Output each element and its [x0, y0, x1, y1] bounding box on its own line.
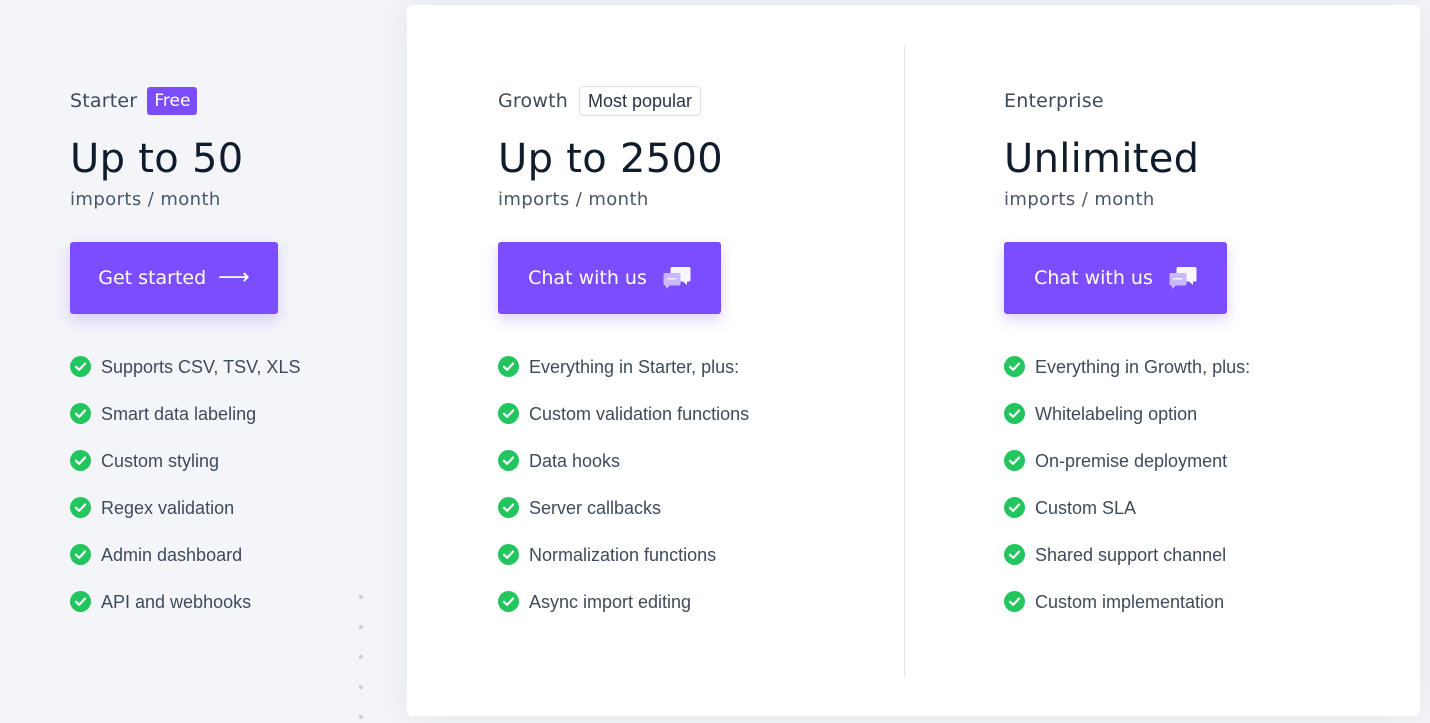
check-circle-icon [1004, 450, 1025, 471]
check-circle-icon [498, 544, 519, 565]
feature-text: Custom SLA [1035, 498, 1137, 518]
feature-text: Everything in Growth, plus: [1035, 357, 1251, 377]
column-divider [904, 45, 905, 677]
feature-text: Admin dashboard [101, 545, 243, 565]
plan-header: Enterprise [1004, 86, 1104, 116]
plan-unit: imports / month [498, 189, 649, 210]
button-label: Get started [98, 267, 207, 289]
decorative-dot-grid [346, 582, 386, 722]
check-circle-icon [70, 544, 91, 565]
feature-item: Smart data labeling [70, 402, 300, 449]
chat-bubbles-icon [1169, 266, 1197, 290]
feature-text: Custom validation functions [529, 404, 750, 424]
feature-item: Supports CSV, TSV, XLS [70, 355, 300, 402]
plan-name: Enterprise [1004, 90, 1104, 112]
chat-with-us-button[interactable]: Chat with us [498, 242, 721, 314]
most-popular-badge: Most popular [578, 86, 702, 116]
feature-text: Data hooks [529, 451, 621, 471]
plan-amount: Unlimited [1004, 136, 1200, 182]
feature-list: Supports CSV, TSV, XLS Smart data labeli… [70, 355, 300, 637]
feature-text: Supports CSV, TSV, XLS [101, 357, 301, 377]
feature-item: Data hooks [498, 449, 749, 496]
feature-item: Everything in Growth, plus: [1004, 355, 1250, 402]
feature-item: Everything in Starter, plus: [498, 355, 749, 402]
feature-item: Admin dashboard [70, 543, 300, 590]
button-label: Chat with us [1034, 267, 1153, 289]
feature-item: Whitelabeling option [1004, 402, 1250, 449]
feature-item: Async import editing [498, 590, 749, 637]
check-circle-icon [1004, 403, 1025, 424]
feature-text: Regex validation [101, 498, 235, 518]
feature-item: API and webhooks [70, 590, 300, 637]
check-circle-icon [1004, 497, 1025, 518]
feature-text: Everything in Starter, plus: [529, 357, 740, 377]
check-circle-icon [498, 497, 519, 518]
check-circle-icon [498, 403, 519, 424]
check-circle-icon [70, 403, 91, 424]
chat-with-us-button[interactable]: Chat with us [1004, 242, 1227, 314]
feature-item: Shared support channel [1004, 543, 1250, 590]
button-label: Chat with us [528, 267, 647, 289]
plan-unit: imports / month [70, 189, 221, 210]
check-circle-icon [498, 356, 519, 377]
feature-text: Whitelabeling option [1035, 404, 1198, 424]
feature-list: Everything in Growth, plus: Whitelabelin… [1004, 355, 1250, 637]
check-circle-icon [1004, 591, 1025, 612]
check-circle-icon [70, 356, 91, 377]
plan-header: Starter Free [70, 86, 198, 116]
check-circle-icon [1004, 544, 1025, 565]
arrow-right-icon: ⟶ [218, 265, 250, 290]
feature-text: Smart data labeling [101, 404, 257, 424]
plan-header: Growth Most popular [498, 86, 702, 116]
feature-item: Custom styling [70, 449, 300, 496]
check-circle-icon [70, 591, 91, 612]
check-circle-icon [1004, 356, 1025, 377]
get-started-button[interactable]: Get started ⟶ [70, 242, 278, 314]
feature-list: Everything in Starter, plus: Custom vali… [498, 355, 749, 637]
feature-item: On-premise deployment [1004, 449, 1250, 496]
check-circle-icon [498, 450, 519, 471]
feature-item: Custom validation functions [498, 402, 749, 449]
feature-text: On-premise deployment [1035, 451, 1228, 471]
plan-unit: imports / month [1004, 189, 1155, 210]
feature-item: Custom implementation [1004, 590, 1250, 637]
feature-text: Custom styling [101, 451, 220, 471]
feature-item: Custom SLA [1004, 496, 1250, 543]
check-circle-icon [70, 497, 91, 518]
feature-item: Normalization functions [498, 543, 749, 590]
feature-text: Shared support channel [1035, 545, 1227, 565]
feature-text: Server callbacks [529, 498, 662, 518]
feature-text: Custom implementation [1035, 592, 1225, 612]
feature-text: API and webhooks [101, 592, 252, 612]
chat-bubbles-icon [663, 266, 691, 290]
plan-amount: Up to 50 [70, 136, 244, 182]
check-circle-icon [70, 450, 91, 471]
plan-amount: Up to 2500 [498, 136, 724, 182]
check-circle-icon [498, 591, 519, 612]
feature-text: Async import editing [529, 592, 692, 612]
plan-name: Starter [70, 90, 138, 112]
free-badge: Free [147, 87, 198, 115]
feature-item: Regex validation [70, 496, 300, 543]
feature-text: Normalization functions [529, 545, 717, 565]
plan-name: Growth [498, 90, 568, 112]
feature-item: Server callbacks [498, 496, 749, 543]
